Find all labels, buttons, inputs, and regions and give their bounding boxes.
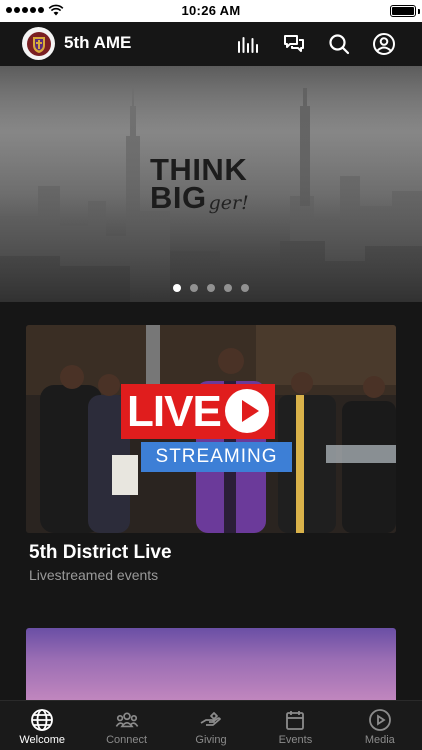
live-card-subtitle: Livestreamed events xyxy=(29,567,159,583)
carousel-pagination xyxy=(0,284,422,292)
live-play-icon xyxy=(225,389,269,433)
tab-label: Giving xyxy=(195,734,227,746)
tab-giving[interactable]: Giving xyxy=(169,701,253,750)
tab-media[interactable]: Media xyxy=(338,701,422,750)
hero-headline: THINK BIG ger! xyxy=(150,154,249,215)
hero-carousel[interactable]: THINK BIG ger! xyxy=(0,66,422,302)
giving-hand-icon xyxy=(199,708,223,732)
crest-logo-icon xyxy=(26,31,51,56)
app-title: 5th AME xyxy=(64,33,132,52)
globe-icon xyxy=(30,708,54,732)
tab-welcome[interactable]: Welcome xyxy=(0,701,84,750)
church-logo[interactable] xyxy=(22,27,55,60)
calendar-icon xyxy=(283,708,307,732)
chat-icon[interactable] xyxy=(282,32,306,56)
live-badge: LIVE xyxy=(121,384,275,439)
live-stream-card-image[interactable]: LIVE STREAMING xyxy=(26,325,396,533)
tab-label: Welcome xyxy=(19,734,66,746)
tab-label: Media xyxy=(364,734,395,746)
carousel-dot[interactable] xyxy=(173,284,181,292)
tab-label: Connect xyxy=(106,734,148,746)
live-card-title[interactable]: 5th District Live xyxy=(29,542,172,564)
carousel-dot[interactable] xyxy=(190,284,198,292)
play-circle-icon xyxy=(368,708,392,732)
tab-events[interactable]: Events xyxy=(253,701,337,750)
carousel-dot[interactable] xyxy=(207,284,215,292)
live-badge-text: LIVE xyxy=(127,387,222,436)
carousel-dot[interactable] xyxy=(241,284,249,292)
bottom-tab-bar: Welcome Connect Giving Events Media xyxy=(0,700,422,750)
search-icon[interactable] xyxy=(327,32,351,56)
tab-label: Events xyxy=(278,734,313,746)
bars-chart-icon[interactable] xyxy=(236,32,260,56)
next-card-image[interactable] xyxy=(26,628,396,708)
battery-icon xyxy=(390,5,416,17)
status-bar: 10:26 AM xyxy=(0,0,422,22)
streaming-label: STREAMING xyxy=(141,442,292,472)
status-time: 10:26 AM xyxy=(181,3,241,18)
hero-line-2-suffix: ger! xyxy=(208,191,249,214)
app-header: 5th AME xyxy=(0,22,422,66)
tab-connect[interactable]: Connect xyxy=(84,701,168,750)
people-icon xyxy=(115,708,139,732)
profile-icon[interactable] xyxy=(372,32,396,56)
carousel-dot[interactable] xyxy=(224,284,232,292)
hero-line-2: BIG xyxy=(150,179,207,215)
